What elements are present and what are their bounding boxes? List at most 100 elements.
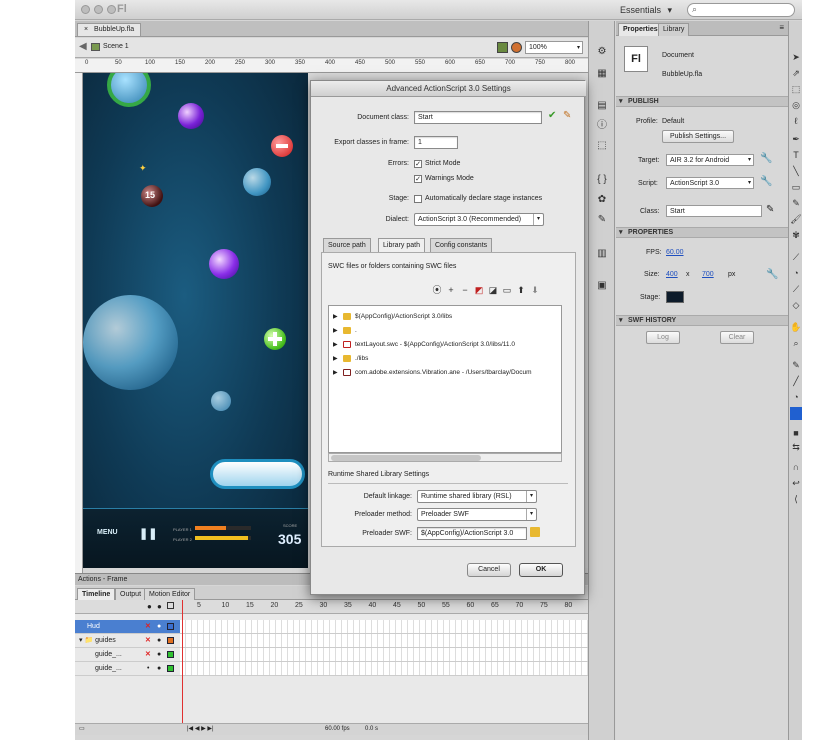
swap-colors-icon[interactable]: ⇆	[790, 441, 802, 454]
list-item[interactable]: ▶ $(AppConfig)/ActionScript 3.0/libs	[329, 310, 563, 324]
cancel-button[interactable]: Cancel	[467, 563, 511, 577]
stage-color-swatch[interactable]	[666, 291, 684, 303]
script-select[interactable]: ActionScript 3.0 ▾	[666, 177, 754, 189]
class-input[interactable]: Start	[666, 205, 762, 217]
snap-magnet-icon[interactable]: ∩	[790, 461, 802, 474]
paint-bucket-tool-icon[interactable]: ◔	[790, 267, 802, 280]
pencil-tool-icon[interactable]: ✎	[790, 197, 802, 210]
tab-library[interactable]: Library	[658, 23, 690, 36]
strict-mode-checkbox[interactable]: ✓	[414, 160, 422, 168]
browse-swc-icon[interactable]: ◩	[474, 285, 484, 295]
eye-icon[interactable]: ●	[147, 602, 152, 611]
frames-row-guide-1[interactable]	[180, 648, 588, 662]
library-list-scrollbar[interactable]	[328, 453, 562, 462]
deco-tool-icon[interactable]: ✾	[790, 229, 802, 242]
expand-icon[interactable]: ▶	[333, 352, 338, 366]
publish-section-header[interactable]: ▾ PUBLISH	[616, 96, 788, 107]
warnings-mode-checkbox[interactable]: ✓	[414, 175, 422, 183]
height-value[interactable]: 700	[702, 271, 714, 278]
playback-controls-icon[interactable]: |◀ ◀ ▶ ▶|	[187, 724, 214, 735]
motion-presets-icon[interactable]: ✎	[595, 213, 609, 227]
free-transform-tool-icon[interactable]: ⬚	[790, 83, 802, 96]
3d-rotation-tool-icon[interactable]: ◎	[790, 99, 802, 112]
eyedropper-tool-icon[interactable]: ⟋	[790, 283, 802, 296]
zoom-tool-icon[interactable]: ⌕	[790, 337, 802, 350]
components-icon[interactable]: ✿	[595, 193, 609, 207]
tab-config-constants[interactable]: Config constants	[430, 238, 493, 252]
game-stage[interactable]: 15 ✦ MENU ❚❚ PLAYER 1 PLAYER 2 SCORE 305	[83, 73, 308, 568]
stroke-color-icon[interactable]: ✎	[790, 359, 802, 372]
library-path-list[interactable]: ▶ $(AppConfig)/ActionScript 3.0/libs ▶. ▶…	[328, 305, 562, 453]
target-select[interactable]: AIR 3.2 for Android ▾	[666, 154, 754, 166]
wrench-icon[interactable]: 🔧	[766, 269, 778, 280]
tab-motion-editor[interactable]: Motion Editor	[144, 588, 196, 600]
pen-tool-icon[interactable]: ✒	[790, 133, 802, 146]
tab-source-path[interactable]: Source path	[323, 238, 371, 252]
align-panel-icon[interactable]: ▤	[595, 99, 609, 113]
properties-section-header[interactable]: ▾ PROPERTIES	[616, 227, 788, 238]
movie-explorer-icon[interactable]: ▣	[595, 279, 609, 293]
auto-declare-checkbox[interactable]	[414, 195, 422, 203]
move-down-icon[interactable]: ⬇	[530, 285, 540, 295]
straighten-icon[interactable]: ⟨	[790, 493, 802, 506]
transform-panel-icon[interactable]: ⬚	[595, 139, 609, 153]
subselection-tool-icon[interactable]: ⇗	[790, 67, 802, 80]
no-color-swatch[interactable]: ╱	[790, 375, 802, 388]
expand-icon[interactable]: ▶	[333, 366, 338, 380]
add-path-icon[interactable]: +	[446, 285, 456, 295]
expand-icon[interactable]: ▶	[333, 338, 338, 352]
document-class-input[interactable]: Start	[414, 111, 542, 124]
list-item[interactable]: ▶ ./libs	[329, 352, 563, 366]
new-layer-icon[interactable]: ▭	[79, 724, 85, 735]
bone-tool-icon[interactable]: ⟋	[790, 251, 802, 264]
default-colors-icon[interactable]: ■	[790, 427, 802, 440]
default-linkage-select[interactable]: Runtime shared library (RSL) ▾	[417, 490, 537, 503]
remove-path-icon[interactable]: −	[460, 285, 470, 295]
wrench-icon[interactable]: 🔧	[760, 153, 772, 164]
swatches-panel-icon[interactable]: ▦	[595, 67, 609, 81]
browse-ane-icon[interactable]: ◪	[488, 285, 498, 295]
document-tab[interactable]: × BubbleUp.fla	[77, 23, 142, 36]
smooth-icon[interactable]: ↩	[790, 477, 802, 490]
preloader-method-select[interactable]: Preloader SWF ▾	[417, 508, 537, 521]
list-item[interactable]: ▶ com.adobe.extensions.Vibration.ane - /U…	[329, 366, 563, 380]
project-panel-icon[interactable]: ▥	[595, 247, 609, 261]
dialect-select[interactable]: ActionScript 3.0 (Recommended) ▾	[414, 213, 544, 226]
frames-row-guide-2[interactable]	[180, 662, 588, 676]
pencil-icon[interactable]: ✎	[766, 204, 774, 215]
eraser-tool-icon[interactable]: ◇	[790, 299, 802, 312]
width-value[interactable]: 400	[666, 271, 678, 278]
clear-button[interactable]: Clear	[720, 331, 754, 344]
scrollbar-thumb[interactable]	[331, 455, 481, 461]
color-panel-icon[interactable]: ⚙	[595, 45, 609, 59]
help-search-input[interactable]: ⌕	[687, 3, 795, 17]
export-frame-input[interactable]: 1	[414, 136, 458, 149]
browse-folder-icon[interactable]: ▭	[502, 285, 512, 295]
lock-icon[interactable]: ●	[157, 602, 162, 611]
zoom-select[interactable]: 100% ▾	[525, 41, 583, 54]
layer-row-guide-1[interactable]: guide_... ✕ ●	[75, 648, 180, 662]
lasso-tool-icon[interactable]: ℓ	[790, 115, 802, 128]
wrench-icon[interactable]: 🔧	[760, 176, 772, 187]
list-item[interactable]: ▶ textLayout.swc - $(AppConfig)/ActionScr…	[329, 338, 563, 352]
tab-library-path[interactable]: Library path	[378, 238, 425, 252]
tab-properties[interactable]: Properties	[618, 23, 663, 36]
pencil-icon[interactable]: ✎	[563, 110, 571, 121]
fill-color-swatch[interactable]	[790, 407, 802, 420]
info-panel-icon[interactable]: ⓘ	[595, 119, 609, 133]
edit-symbols-icon[interactable]	[511, 42, 522, 53]
minimize-window-icon[interactable]	[94, 5, 103, 14]
tab-timeline[interactable]: Timeline	[77, 588, 116, 600]
list-item[interactable]: ▶.	[329, 324, 563, 338]
selection-tool-icon[interactable]: ➤	[790, 51, 802, 64]
zoom-window-icon[interactable]	[107, 5, 116, 14]
publish-settings-button[interactable]: Publish Settings...	[662, 130, 734, 143]
code-snippets-icon[interactable]: { }	[595, 173, 609, 187]
outline-icon[interactable]	[167, 602, 174, 609]
folder-icon[interactable]	[530, 527, 540, 537]
back-arrow-icon[interactable]: ◀	[79, 41, 87, 52]
edit-scene-icon[interactable]	[497, 42, 508, 53]
close-icon[interactable]: ×	[84, 26, 88, 33]
fps-value[interactable]: 60.00	[666, 249, 684, 256]
panel-menu-icon[interactable]: ≡	[779, 23, 784, 32]
